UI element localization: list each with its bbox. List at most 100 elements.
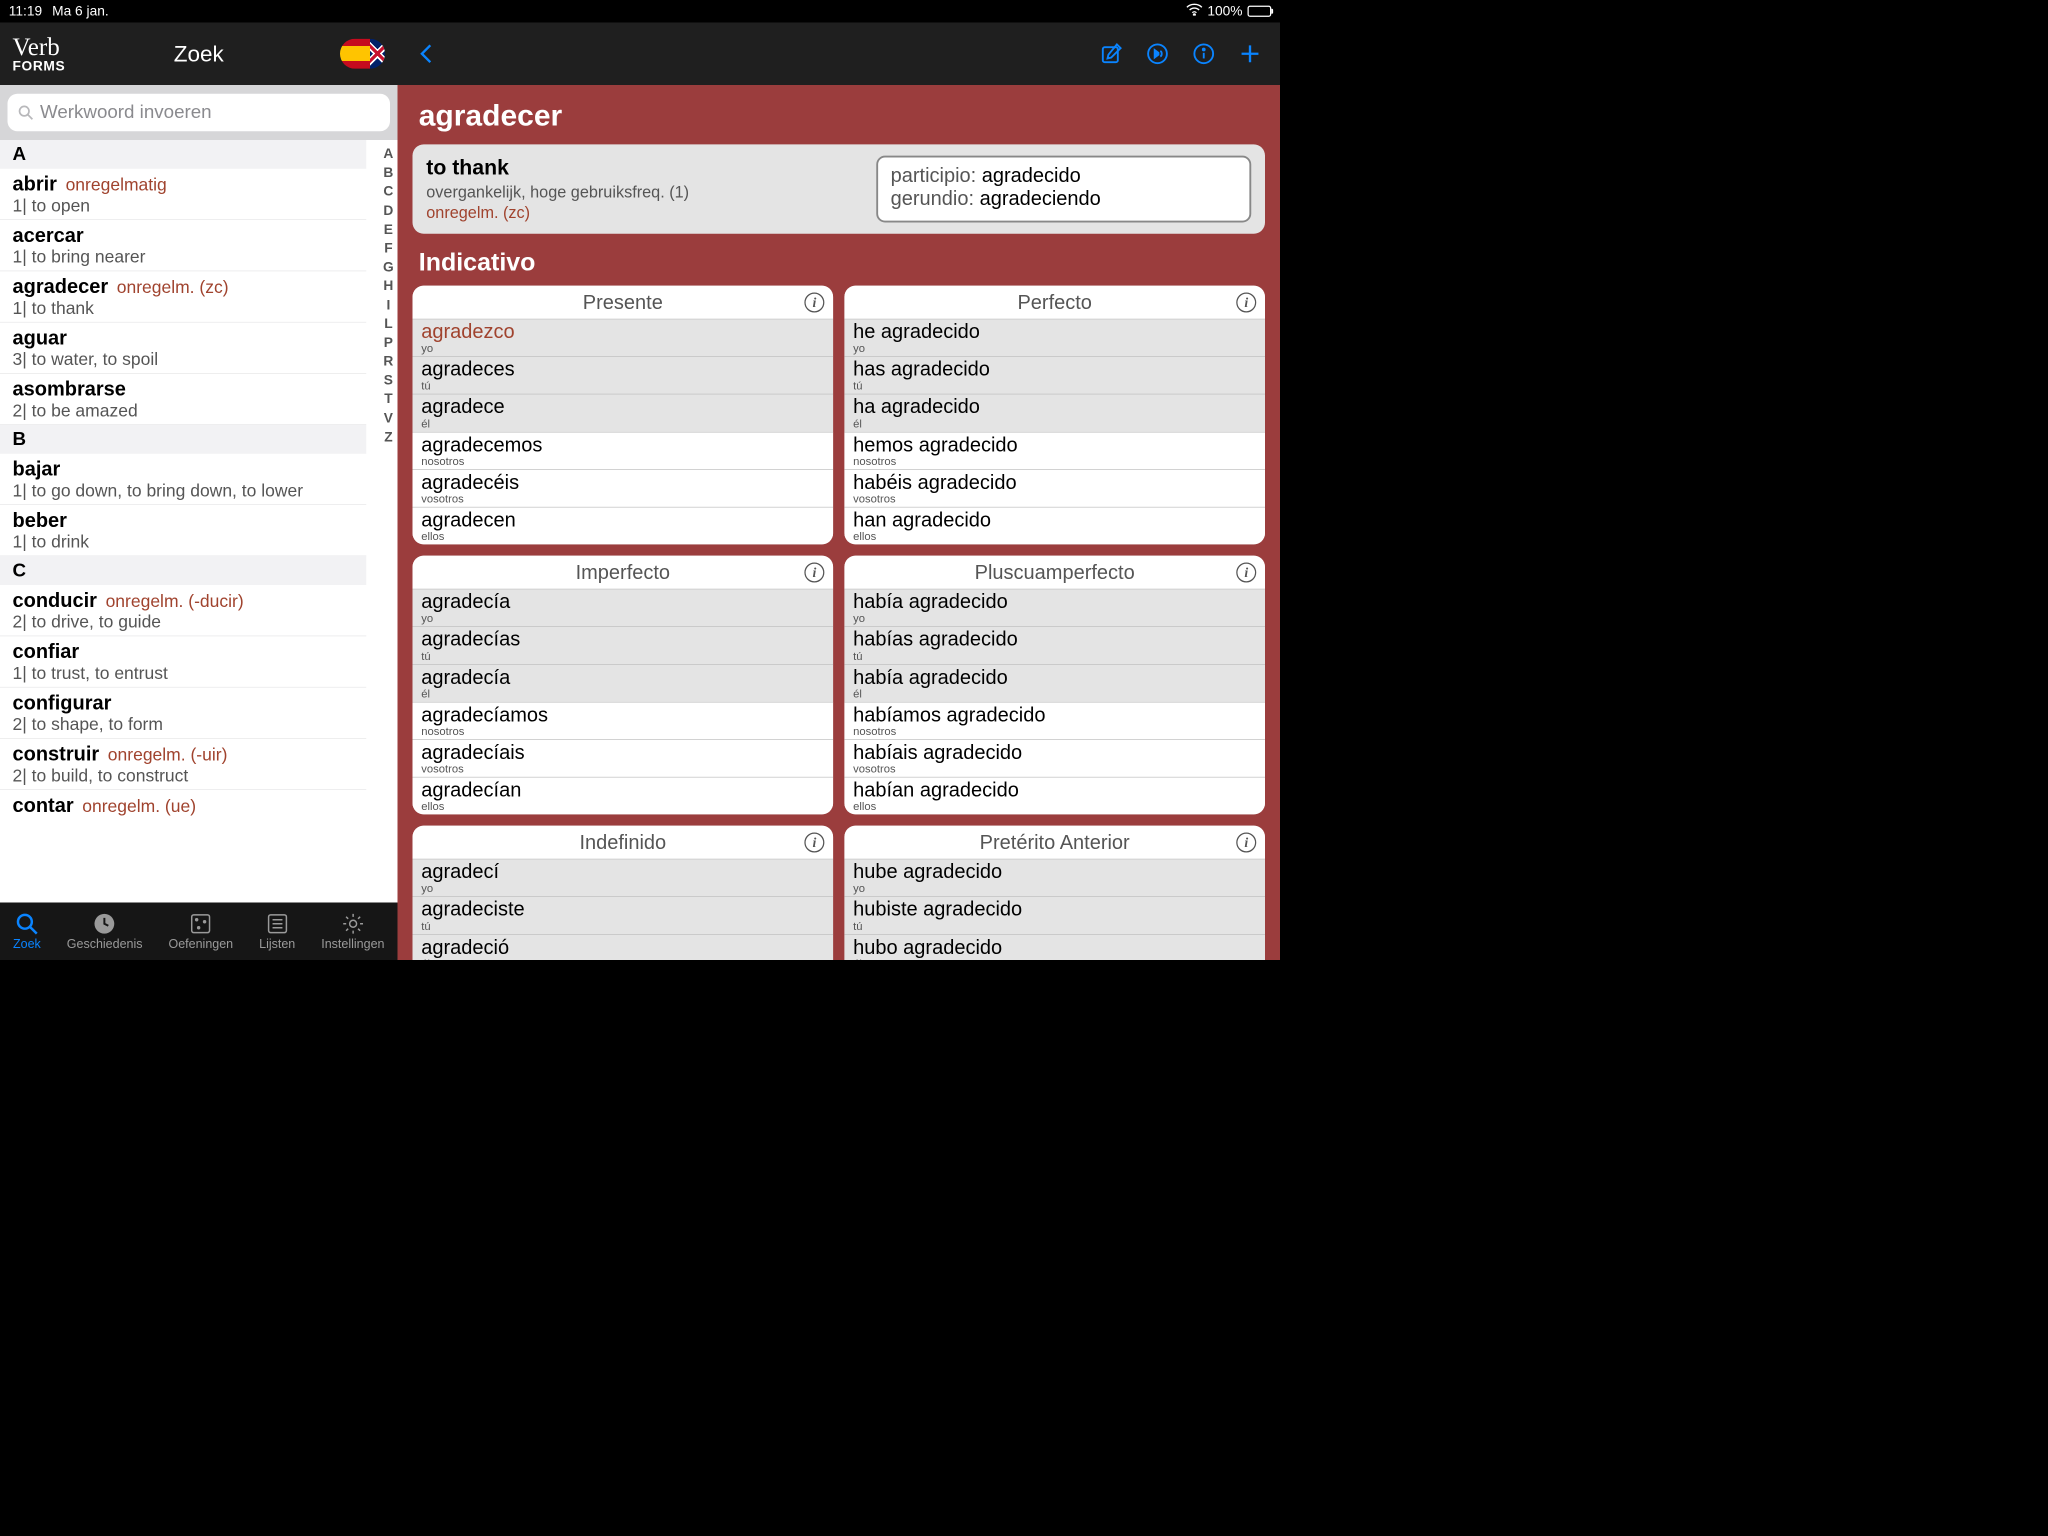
verb-list-item[interactable]: acercar1| to bring nearer [0, 220, 366, 271]
language-flag[interactable] [340, 39, 385, 69]
index-letter[interactable]: L [384, 316, 392, 331]
conjugation: agradecías [421, 628, 824, 650]
tense-title: Pluscuamperfecto [975, 561, 1135, 584]
pronoun: yo [421, 343, 824, 354]
index-letter[interactable]: C [383, 184, 393, 199]
pronoun: yo [421, 883, 824, 894]
verb-list-item[interactable]: confiar1| to trust, to entrust [0, 636, 366, 687]
index-letter[interactable]: E [384, 222, 393, 237]
tab-zoek[interactable]: Zoek [13, 911, 41, 952]
verb-list-item[interactable]: contar onregelm. (ue) [0, 790, 366, 821]
conjugation-row: agradeceél [413, 394, 834, 432]
section-header: C [0, 556, 366, 585]
verb-list-item[interactable]: construir onregelm. (-uir)2| to build, t… [0, 739, 366, 790]
conjugation: agradeciste [421, 898, 824, 920]
sidebar: Verb FORMS Zoek Aabrir onregelmatig1| to… [0, 23, 398, 961]
verb-list-item[interactable]: asombrarse2| to be amazed [0, 374, 366, 425]
conjugation: agradecen [421, 509, 824, 531]
index-letter[interactable]: V [384, 410, 393, 425]
tense-info-icon[interactable]: i [804, 292, 824, 312]
conjugation: habías agradecido [853, 628, 1256, 650]
verb-list-item[interactable]: beber1| to drink [0, 505, 366, 556]
verb-list-item[interactable]: configurar2| to shape, to form [0, 688, 366, 739]
conjugation: hubiste agradecido [853, 898, 1256, 920]
index-letter[interactable]: F [384, 241, 392, 256]
verb-translation: to thank [426, 156, 864, 180]
verb-list-item[interactable]: conducir onregelm. (-ducir)2| to drive, … [0, 585, 366, 636]
conjugation-row: hemos agradecidonosotros [844, 432, 1265, 470]
search-input[interactable] [40, 102, 380, 123]
index-letter[interactable]: S [384, 373, 393, 388]
sidebar-header: Verb FORMS Zoek [0, 23, 398, 86]
conjugation-row: agradecíayo [413, 589, 834, 626]
tense-info-icon[interactable]: i [804, 832, 824, 852]
index-letter[interactable]: G [383, 259, 394, 274]
pronoun: él [853, 958, 1256, 960]
compose-icon[interactable] [1099, 41, 1124, 66]
speaker-icon[interactable] [1145, 41, 1170, 66]
verb-name: acercar [13, 224, 354, 247]
back-button[interactable] [415, 41, 440, 66]
conjugation: agradezco [421, 321, 824, 343]
conjugation: habíais agradecido [853, 741, 1256, 763]
pronoun: nosotros [853, 726, 1256, 737]
pronoun: tú [421, 650, 824, 661]
conjugation-row: hubiste agradecidotú [844, 897, 1265, 935]
tense-info-icon[interactable]: i [1236, 292, 1256, 312]
conjugation: había agradecido [853, 591, 1256, 613]
tense-header: Presentei [413, 286, 834, 320]
verb-list[interactable]: Aabrir onregelmatig1| to openacercar1| t… [0, 140, 398, 903]
tense-box: Pretérito Anteriorihube agradecidoyohubi… [844, 826, 1265, 960]
verb-name: confiar [13, 640, 354, 663]
info-icon[interactable] [1191, 41, 1216, 66]
tab-label: Geschiedenis [67, 937, 143, 951]
tab-oefeningen[interactable]: Oefeningen [168, 911, 233, 952]
verb-list-item[interactable]: aguar3| to water, to spoil [0, 323, 366, 374]
index-letter[interactable]: B [383, 165, 393, 180]
verb-irregular: onregelm. (zc) [426, 203, 864, 222]
alpha-index[interactable]: ABCDEFGHILPRSTVZ [383, 146, 394, 444]
conjugation-row: habían agradecidoellos [844, 777, 1265, 815]
status-time: 11:19 [9, 3, 42, 19]
pronoun: ellos [853, 531, 1256, 542]
tense-info-icon[interactable]: i [1236, 562, 1256, 582]
pronoun: nosotros [421, 455, 824, 466]
verb-list-item[interactable]: abrir onregelmatig1| to open [0, 169, 366, 220]
verb-subtitle: 1| to go down, to bring down, to lower [13, 481, 354, 501]
add-icon[interactable] [1238, 41, 1263, 66]
index-letter[interactable]: R [383, 354, 393, 369]
tab-instellingen[interactable]: Instellingen [321, 911, 384, 952]
index-letter[interactable]: I [386, 297, 390, 312]
tab-lijsten[interactable]: Lijsten [259, 911, 295, 952]
verb-subtitle: 1| to thank [13, 298, 354, 318]
conjugation-row: habéis agradecidovosotros [844, 469, 1265, 507]
verb-title: agradecer [419, 99, 1265, 133]
tab-geschiedenis[interactable]: Geschiedenis [67, 911, 143, 952]
index-letter[interactable]: D [383, 203, 393, 218]
verb-tag: onregelmatig [61, 175, 167, 194]
conjugation: agradecía [421, 666, 824, 688]
index-letter[interactable]: Z [384, 429, 392, 444]
conjugation-row: había agradecidoyo [844, 589, 1265, 626]
index-letter[interactable]: A [383, 146, 393, 161]
verb-tag: onregelm. (ue) [77, 796, 196, 815]
tense-header: Perfecto i [844, 286, 1265, 320]
tense-header: Imperfectoi [413, 556, 834, 590]
tense-title: Perfecto [1017, 291, 1091, 314]
pronoun: nosotros [853, 455, 1256, 466]
tense-info-icon[interactable]: i [804, 562, 824, 582]
conjugation-row: habíais agradecidovosotros [844, 739, 1265, 777]
index-letter[interactable]: H [383, 278, 393, 293]
search-field[interactable] [8, 94, 391, 132]
conjugation: has agradecido [853, 358, 1256, 380]
verb-list-item[interactable]: bajar1| to go down, to bring down, to lo… [0, 454, 366, 505]
conjugation-row: han agradecidoellos [844, 507, 1265, 545]
verb-tag: onregelm. (-ducir) [101, 591, 244, 610]
tense-info-icon[interactable]: i [1236, 832, 1256, 852]
mood-title: Indicativo [419, 249, 1265, 277]
verb-list-item[interactable]: agradecer onregelm. (zc)1| to thank [0, 271, 366, 322]
index-letter[interactable]: T [384, 392, 392, 407]
battery-icon [1248, 6, 1272, 17]
index-letter[interactable]: P [384, 335, 393, 350]
conjugation: agradece [421, 396, 824, 418]
